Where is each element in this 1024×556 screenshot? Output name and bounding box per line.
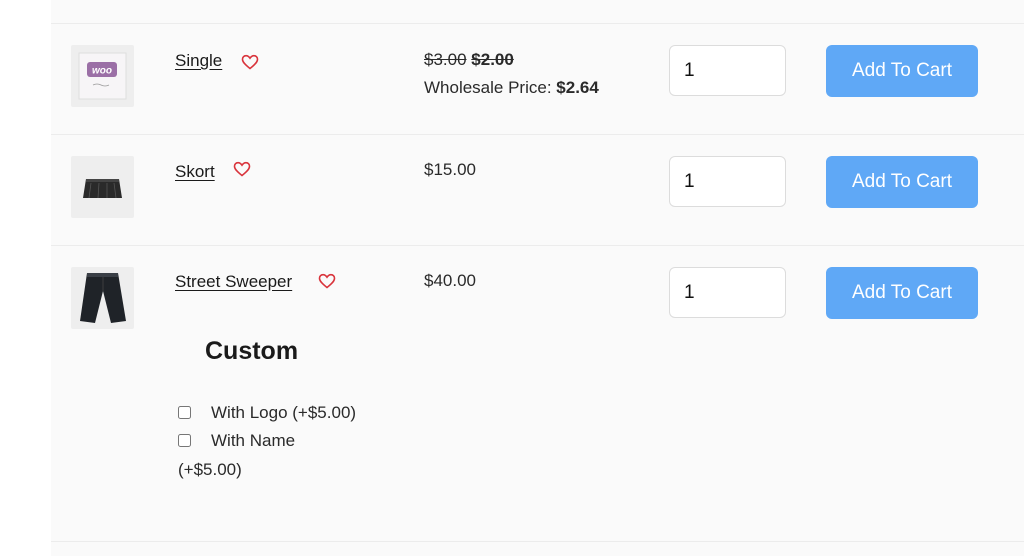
price-value: $15.00	[424, 160, 476, 179]
add-to-cart-button[interactable]: Add To Cart	[826, 267, 978, 319]
addon-label-logo: With Logo (+$5.00)	[211, 403, 357, 422]
table-row: Street Sweeper $40.00 Add To Cart	[51, 246, 1024, 542]
wholesale-price: $2.64	[556, 78, 599, 97]
quantity-input[interactable]	[669, 267, 786, 318]
sale-price: $2.00	[471, 50, 514, 69]
product-thumbnail-single[interactable]: woo	[71, 45, 134, 107]
product-thumbnail-skort[interactable]	[71, 156, 134, 218]
wishlist-heart-icon[interactable]	[241, 54, 259, 70]
table-row: woo Single $3.00 $2.00 Wholesale Price: …	[51, 23, 1024, 135]
table-row: Skort $15.00 Add To Cart	[51, 135, 1024, 246]
original-price: $3.00	[424, 50, 467, 69]
product-price-single: $3.00 $2.00 Wholesale Price: $2.64	[424, 46, 599, 102]
product-price-skort: $15.00	[424, 156, 476, 184]
skort-icon	[83, 179, 122, 199]
quantity-input[interactable]	[669, 156, 786, 207]
addon-checkbox-logo[interactable]	[178, 406, 191, 419]
wishlist-heart-icon[interactable]	[233, 161, 251, 177]
wholesale-label: Wholesale Price:	[424, 78, 552, 97]
product-name-single[interactable]: Single	[175, 51, 222, 71]
svg-text:woo: woo	[92, 66, 112, 77]
woo-logo-icon: woo	[78, 52, 127, 100]
quantity-input[interactable]	[669, 45, 786, 96]
product-name-skort[interactable]: Skort	[175, 162, 215, 182]
product-name-street-sweeper[interactable]: Street Sweeper	[175, 272, 292, 292]
product-price-street-sweeper: $40.00	[424, 267, 476, 295]
addon-group-title: Custom	[205, 337, 299, 365]
addon-checkbox-name[interactable]	[178, 434, 191, 447]
add-to-cart-button[interactable]: Add To Cart	[826, 45, 978, 97]
addon-price-name: (+$5.00)	[178, 460, 242, 479]
shorts-icon	[80, 273, 126, 323]
product-table: woo Single $3.00 $2.00 Wholesale Price: …	[51, 0, 1024, 556]
addon-label-name: With Name	[211, 431, 296, 450]
wishlist-heart-icon[interactable]	[318, 273, 336, 289]
price-value: $40.00	[424, 271, 476, 290]
product-thumbnail-street-sweeper[interactable]	[71, 267, 134, 329]
add-to-cart-button[interactable]: Add To Cart	[826, 156, 978, 208]
